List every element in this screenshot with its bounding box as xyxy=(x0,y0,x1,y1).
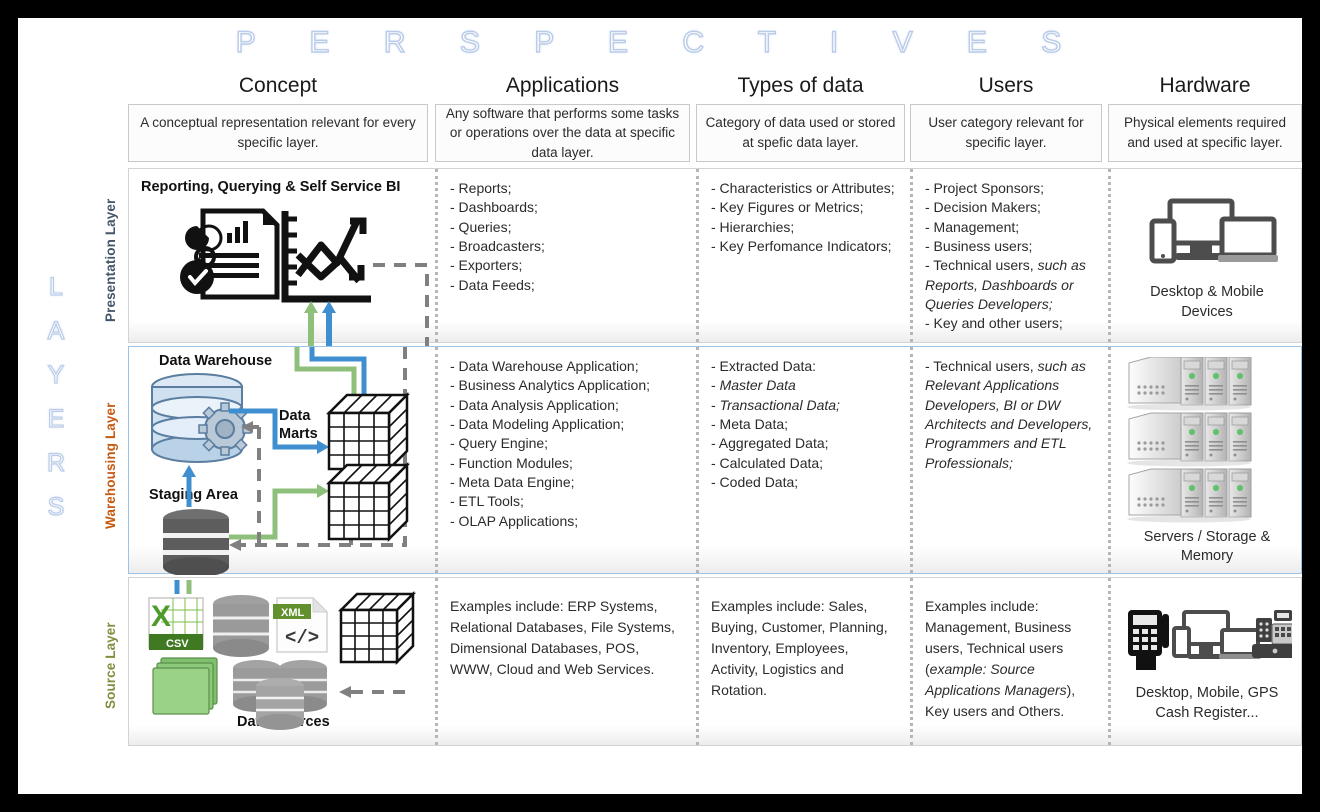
flow-arrow-staging-to-mart xyxy=(229,488,321,540)
source-concept-graphic: X CSV XML </> xyxy=(148,580,417,730)
list-applications-warehousing: - Data Warehouse Application; - Business… xyxy=(450,358,650,529)
dashed-flow-connector xyxy=(373,263,429,347)
layers-axis-label: LAYERS xyxy=(41,272,70,537)
cell-presentation-hardware: Desktop & Mobile Devices xyxy=(1111,169,1303,342)
layer-row-source: Data Sources X CSV xyxy=(128,577,1302,746)
csv-file-icon: X CSV xyxy=(148,597,204,650)
presentation-concept-graphic xyxy=(180,208,429,347)
list-applications-presentation: - Reports; - Dashboards; - Queries; - Br… xyxy=(450,180,545,293)
layer-label-source: Source Layer xyxy=(103,622,118,709)
cell-presentation-users: - Project Sponsors; - Decision Makers; -… xyxy=(913,169,1108,342)
warehousing-concept-graphic xyxy=(151,347,411,575)
types-plain-2: - xyxy=(711,396,716,413)
report-document-icon xyxy=(180,208,280,300)
flow-arrow-green xyxy=(304,301,318,347)
column-header-users: Users xyxy=(978,74,1034,97)
desktop-and-mobile-devices-icon xyxy=(1172,609,1261,659)
desktop-and-mobile-devices-icon xyxy=(1149,198,1278,264)
cell-warehousing-hardware: Servers / Storage & Memory xyxy=(1111,347,1303,573)
column-desc-types: Category of data used or stored at spefi… xyxy=(696,104,905,162)
cell-presentation-types: - Characteristics or Attributes; - Key F… xyxy=(699,169,910,342)
types-plain-3: - Meta Data; - Aggregated Data; - Calcul… xyxy=(711,415,829,490)
list-users-presentation: - Project Sponsors; - Decision Makers; -… xyxy=(925,179,1096,334)
concept-title-presentation: Reporting, Querying & Self Service BI xyxy=(141,179,401,195)
flow-arrow-blue xyxy=(322,301,336,347)
cell-source-hardware: Desktop, Mobile, GPS Cash Register... xyxy=(1111,578,1303,745)
data-warehouse-cylinder-icon xyxy=(151,373,252,463)
line-chart-icon xyxy=(281,211,371,303)
cell-warehousing-users: - Technical users, such as Relevant Appl… xyxy=(913,347,1108,573)
cell-warehousing-concept: Data Warehouse Data Marts Staging Area xyxy=(129,347,435,575)
olap-cube-icon xyxy=(337,590,417,666)
column-desc-users: User category relevant for specific laye… xyxy=(910,104,1102,162)
list-users-warehousing: - Technical users, such as Relevant Appl… xyxy=(925,357,1096,473)
users-italic-detail: such as Relevant Applications Developers… xyxy=(925,358,1093,471)
xml-file-icon: XML </> xyxy=(273,596,329,653)
cell-source-concept: Data Sources X CSV xyxy=(129,578,435,745)
data-mart-cube-icon xyxy=(325,461,411,543)
users-plain-tail: - Key and other users; xyxy=(925,315,1063,332)
cell-warehousing-applications: - Data Warehouse Application; - Business… xyxy=(438,347,696,573)
diagram-canvas: P E R S P E C T I V E S LAYERS Presentat… xyxy=(18,18,1302,794)
column-header-applications: Applications xyxy=(505,74,620,97)
server-racks-icon xyxy=(1127,357,1252,523)
pos-terminal-icon xyxy=(1128,609,1169,670)
text-users-source: Examples include: Management, Business u… xyxy=(925,596,1096,722)
svg-text:X: X xyxy=(151,600,171,633)
cell-presentation-concept: Reporting, Querying & Self Service BI xyxy=(129,169,435,347)
svg-text:CSV: CSV xyxy=(166,638,189,650)
pos-desktop-cashregister-icon xyxy=(1128,609,1292,670)
users-plain-lead: - Project Sponsors; - Decision Makers; -… xyxy=(925,180,1045,274)
data-mart-cube-icon xyxy=(325,391,411,473)
list-types-presentation: - Characteristics or Attributes; - Key F… xyxy=(711,180,895,254)
svg-text:XML: XML xyxy=(281,607,305,619)
cell-source-users: Examples include: Management, Business u… xyxy=(913,578,1108,745)
column-desc-applications: Any software that performs some tasks or… xyxy=(435,104,690,162)
cell-source-types: Examples include: Sales, Buying, Custome… xyxy=(699,578,910,745)
text-applications-source: Examples include: ERP Systems, Relationa… xyxy=(450,598,675,677)
database-cluster-icon xyxy=(233,660,327,730)
hardware-caption-presentation: Desktop & Mobile Devices xyxy=(1150,283,1264,320)
column-header-hardware: Hardware xyxy=(1159,74,1251,97)
layer-label-presentation: Presentation Layer xyxy=(103,198,118,322)
types-italic-transactional-data: Transactional Data; xyxy=(719,396,840,413)
page-title: P E R S P E C T I V E S xyxy=(235,25,1085,59)
database-cylinder-icon xyxy=(213,595,269,657)
cell-presentation-applications: - Reports; - Dashboards; - Queries; - Br… xyxy=(438,169,696,342)
hardware-caption-source: Desktop, Mobile, GPS Cash Register... xyxy=(1135,684,1279,721)
layer-row-presentation: Reporting, Querying & Self Service BI - … xyxy=(128,168,1303,347)
staging-area-cylinder-icon xyxy=(163,509,229,575)
svg-text:</>: </> xyxy=(285,627,319,649)
cell-warehousing-types: - Extracted Data: - Master Data - Transa… xyxy=(699,347,910,573)
types-italic-master-data: Master Data xyxy=(719,377,796,394)
flat-files-icon xyxy=(152,657,218,715)
list-types-warehousing: - Extracted Data: - Master Data - Transa… xyxy=(711,357,898,492)
column-header-concept: Concept xyxy=(238,74,318,97)
layer-label-warehousing: Warehousing Layer xyxy=(103,402,118,529)
column-header-types: Types of data xyxy=(737,74,864,97)
hardware-caption-warehousing: Servers / Storage & Memory xyxy=(1143,528,1271,565)
text-types-source: Examples include: Sales, Buying, Custome… xyxy=(711,598,888,698)
column-desc-hardware: Physical elements required and used at s… xyxy=(1108,104,1302,162)
users-plain-lead: - Technical users, xyxy=(925,358,1038,374)
layer-row-warehousing: Data Warehouse Data Marts Staging Area -… xyxy=(128,346,1303,575)
users-italic-detail: example: Source Applications Managers xyxy=(925,661,1067,698)
cell-source-applications: Examples include: ERP Systems, Relationa… xyxy=(438,578,696,745)
cash-register-icon xyxy=(1252,609,1292,658)
column-desc-concept: A conceptual representation relevant for… xyxy=(128,104,428,162)
